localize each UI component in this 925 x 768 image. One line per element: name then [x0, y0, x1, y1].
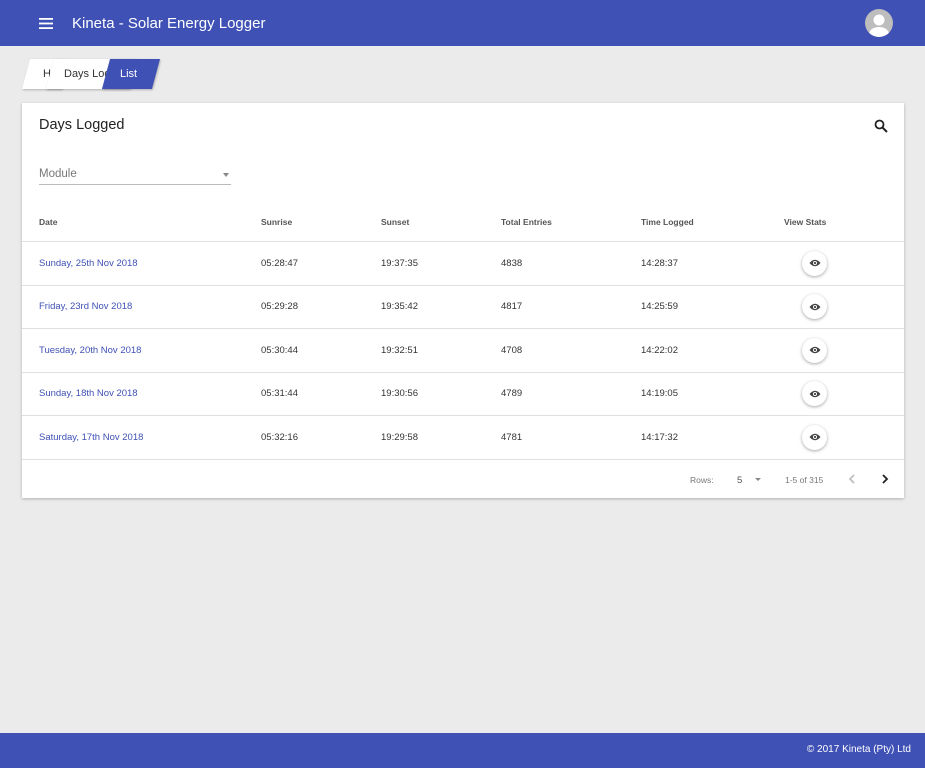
days-table: Date Sunrise Sunset Total Entries Time L…	[22, 202, 904, 460]
eye-icon	[809, 390, 820, 397]
sunset-cell: 19:29:58	[381, 431, 418, 443]
rows-per-page-label: Rows:	[690, 475, 714, 485]
user-avatar[interactable]	[865, 9, 893, 37]
view-stats-button[interactable]	[802, 381, 827, 407]
date-link[interactable]: Sunday, 18th Nov 2018	[39, 373, 138, 416]
header-view-stats: View Stats	[784, 216, 827, 227]
table-row: Friday, 23rd Nov 2018 05:29:28 19:35:42 …	[22, 286, 904, 329]
view-stats-cell	[802, 242, 827, 285]
module-select[interactable]: Module	[39, 165, 231, 185]
time-logged-cell: 14:25:59	[641, 301, 678, 313]
header-sunrise[interactable]: Sunrise	[261, 202, 292, 241]
view-stats-cell	[802, 416, 827, 459]
time-logged-cell: 14:22:02	[641, 344, 678, 356]
table-header-row: Date Sunrise Sunset Total Entries Time L…	[22, 202, 904, 242]
search-button[interactable]	[870, 115, 892, 137]
date-link[interactable]: Saturday, 17th Nov 2018	[39, 416, 143, 459]
view-stats-button[interactable]	[802, 294, 827, 320]
eye-icon	[809, 347, 820, 354]
breadcrumb-list[interactable]: List	[101, 59, 161, 89]
eye-icon	[809, 303, 820, 310]
header-total-entries[interactable]: Total Entries	[501, 202, 552, 241]
time-logged-cell: 14:28:37	[641, 257, 678, 269]
breadcrumb-list-label: List	[120, 68, 138, 80]
time-logged-cell: 14:17:32	[641, 431, 678, 443]
date-link[interactable]: Tuesday, 20th Nov 2018	[39, 329, 141, 372]
app-title: Kineta - Solar Energy Logger	[72, 14, 266, 32]
sunrise-cell: 05:28:47	[261, 257, 298, 269]
next-page-button[interactable]	[877, 471, 893, 487]
chevron-left-icon	[848, 474, 855, 484]
table-row: Tuesday, 20th Nov 2018 05:30:44 19:32:51…	[22, 329, 904, 373]
footer: © 2017 Kineta (Pty) Ltd	[0, 733, 925, 768]
sunset-cell: 19:35:42	[381, 301, 418, 313]
view-stats-button[interactable]	[802, 250, 827, 276]
sunrise-cell: 05:32:16	[261, 431, 298, 443]
chevron-down-icon[interactable]	[755, 478, 761, 481]
search-icon	[874, 119, 888, 133]
menu-button[interactable]	[26, 3, 66, 43]
view-stats-cell	[802, 329, 827, 372]
table-row: Saturday, 17th Nov 2018 05:32:16 19:29:5…	[22, 416, 904, 460]
total-entries-cell: 4781	[501, 431, 523, 443]
chevron-right-icon	[882, 474, 889, 484]
view-stats-cell	[802, 373, 827, 416]
previous-page-button[interactable]	[844, 471, 860, 487]
view-stats-button[interactable]	[802, 424, 827, 450]
total-entries-cell: 4708	[501, 344, 523, 356]
page-range: 1-5 of 315	[785, 475, 824, 485]
header-sunset[interactable]: Sunset	[381, 202, 409, 241]
pagination: Rows: 5 1-5 of 315	[22, 460, 904, 498]
app-bar: Kineta - Solar Energy Logger	[0, 0, 925, 46]
table-row: Sunday, 25th Nov 2018 05:28:47 19:37:35 …	[22, 242, 904, 286]
account-icon	[869, 14, 889, 37]
card-title: Days Logged	[39, 117, 125, 133]
copyright-text: © 2017 Kineta (Pty) Ltd	[806, 744, 911, 755]
sunset-cell: 19:37:35	[381, 257, 418, 269]
sunrise-cell: 05:31:44	[261, 388, 298, 400]
view-stats-button[interactable]	[802, 337, 827, 363]
date-link[interactable]: Sunday, 25th Nov 2018	[39, 242, 138, 285]
view-stats-cell	[802, 286, 827, 329]
total-entries-cell: 4789	[501, 388, 523, 400]
header-time-logged[interactable]: Time Logged	[641, 202, 694, 241]
rows-per-page-select[interactable]: 5	[737, 475, 742, 486]
eye-icon	[809, 434, 820, 441]
table-row: Sunday, 18th Nov 2018 05:31:44 19:30:56 …	[22, 373, 904, 416]
date-link[interactable]: Friday, 23rd Nov 2018	[39, 286, 132, 329]
sunrise-cell: 05:29:28	[261, 301, 298, 313]
header-date[interactable]: Date	[39, 202, 57, 241]
sunset-cell: 19:30:56	[381, 388, 418, 400]
eye-icon	[809, 260, 820, 267]
days-logged-card: Days Logged Module Date Sunrise Sunset T…	[22, 103, 904, 498]
sunrise-cell: 05:30:44	[261, 344, 298, 356]
module-select-label: Module	[39, 168, 77, 180]
total-entries-cell: 4838	[501, 257, 523, 269]
time-logged-cell: 14:19:05	[641, 388, 678, 400]
total-entries-cell: 4817	[501, 301, 523, 313]
chevron-down-icon	[223, 173, 229, 177]
sunset-cell: 19:32:51	[381, 344, 418, 356]
menu-icon	[39, 17, 53, 29]
